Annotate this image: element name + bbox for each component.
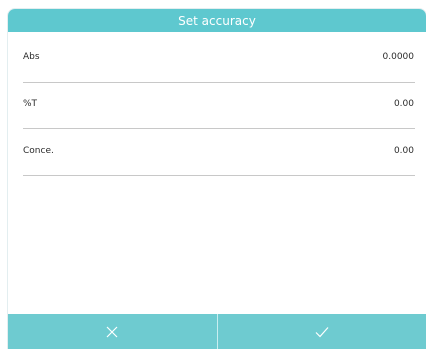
set-accuracy-dialog: Set accuracy Abs 0.0000 %T 0.00 Conce. 0…	[8, 9, 426, 349]
row-label: Abs	[23, 52, 40, 62]
row-label: %T	[23, 99, 38, 109]
row-label: Conce.	[23, 146, 54, 156]
accuracy-row-concentration[interactable]: Conce. 0.00	[23, 140, 417, 162]
cancel-button[interactable]	[8, 314, 217, 349]
confirm-button[interactable]	[218, 314, 426, 349]
row-value[interactable]: 0.00	[394, 99, 417, 109]
row-divider	[23, 128, 415, 129]
row-value[interactable]: 0.00	[394, 146, 417, 156]
row-value[interactable]: 0.0000	[383, 52, 418, 62]
row-divider	[23, 82, 415, 83]
row-divider	[23, 175, 415, 176]
dialog-title: Set accuracy	[8, 9, 426, 32]
accuracy-row-abs[interactable]: Abs 0.0000	[23, 46, 417, 68]
accuracy-row-transmittance[interactable]: %T 0.00	[23, 93, 417, 115]
check-icon	[315, 326, 329, 338]
close-icon	[106, 326, 118, 338]
dialog-footer	[8, 314, 426, 349]
